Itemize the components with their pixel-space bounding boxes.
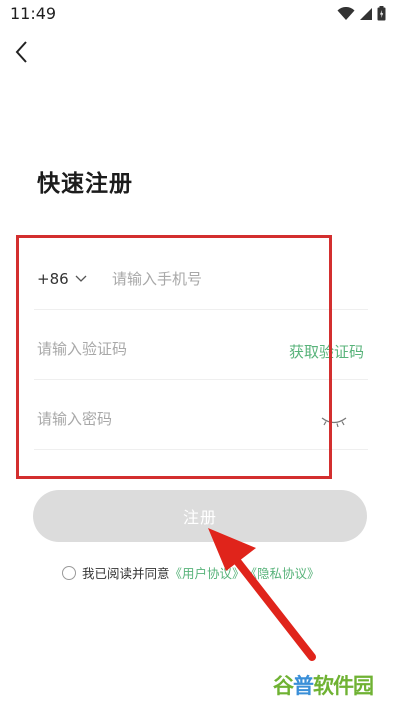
back-button[interactable] <box>8 38 36 66</box>
wifi-icon <box>337 6 355 20</box>
code-row: 获取验证码 <box>34 310 368 380</box>
agreement-checkbox[interactable] <box>62 565 76 580</box>
agreement-row: 我已阅读并同意 《用户协议》 《隐私协议》 <box>62 563 320 582</box>
status-time: 11:49 <box>10 4 57 23</box>
country-code-label: +86 <box>37 270 69 288</box>
password-row <box>34 380 368 450</box>
status-icons <box>337 6 386 21</box>
phone-row: +86 <box>34 240 368 310</box>
signal-icon <box>360 7 372 20</box>
status-bar: 11:49 <box>0 0 400 30</box>
password-visibility-toggle[interactable] <box>320 414 348 428</box>
verification-code-input[interactable] <box>37 338 257 360</box>
eye-closed-icon <box>321 417 347 428</box>
agreement-text: 我已阅读并同意 <box>82 566 170 581</box>
back-chevron-icon <box>15 41 27 63</box>
get-code-button[interactable]: 获取验证码 <box>289 341 364 362</box>
privacy-policy-link[interactable]: 《隐私协议》 <box>245 563 320 582</box>
watermark-part-2: 普 <box>293 674 314 698</box>
country-code-selector[interactable]: +86 <box>37 270 87 288</box>
watermark-logo: 谷普软件园 <box>273 667 393 703</box>
watermark-part-3: 软件园 <box>313 674 374 698</box>
user-agreement-link[interactable]: 《用户协议》 <box>170 563 245 582</box>
watermark-part-1: 谷 <box>273 674 294 698</box>
register-screen: 11:49 快速注册 +86 请输入手机号 请输入验证码 获取验证码 注册 我已… <box>0 0 400 711</box>
password-input[interactable] <box>37 408 297 430</box>
register-button[interactable]: 注册 <box>33 490 367 542</box>
phone-input[interactable] <box>112 268 352 290</box>
battery-icon <box>377 6 386 21</box>
page-title: 快速注册 <box>37 171 133 197</box>
chevron-down-icon <box>75 275 87 282</box>
